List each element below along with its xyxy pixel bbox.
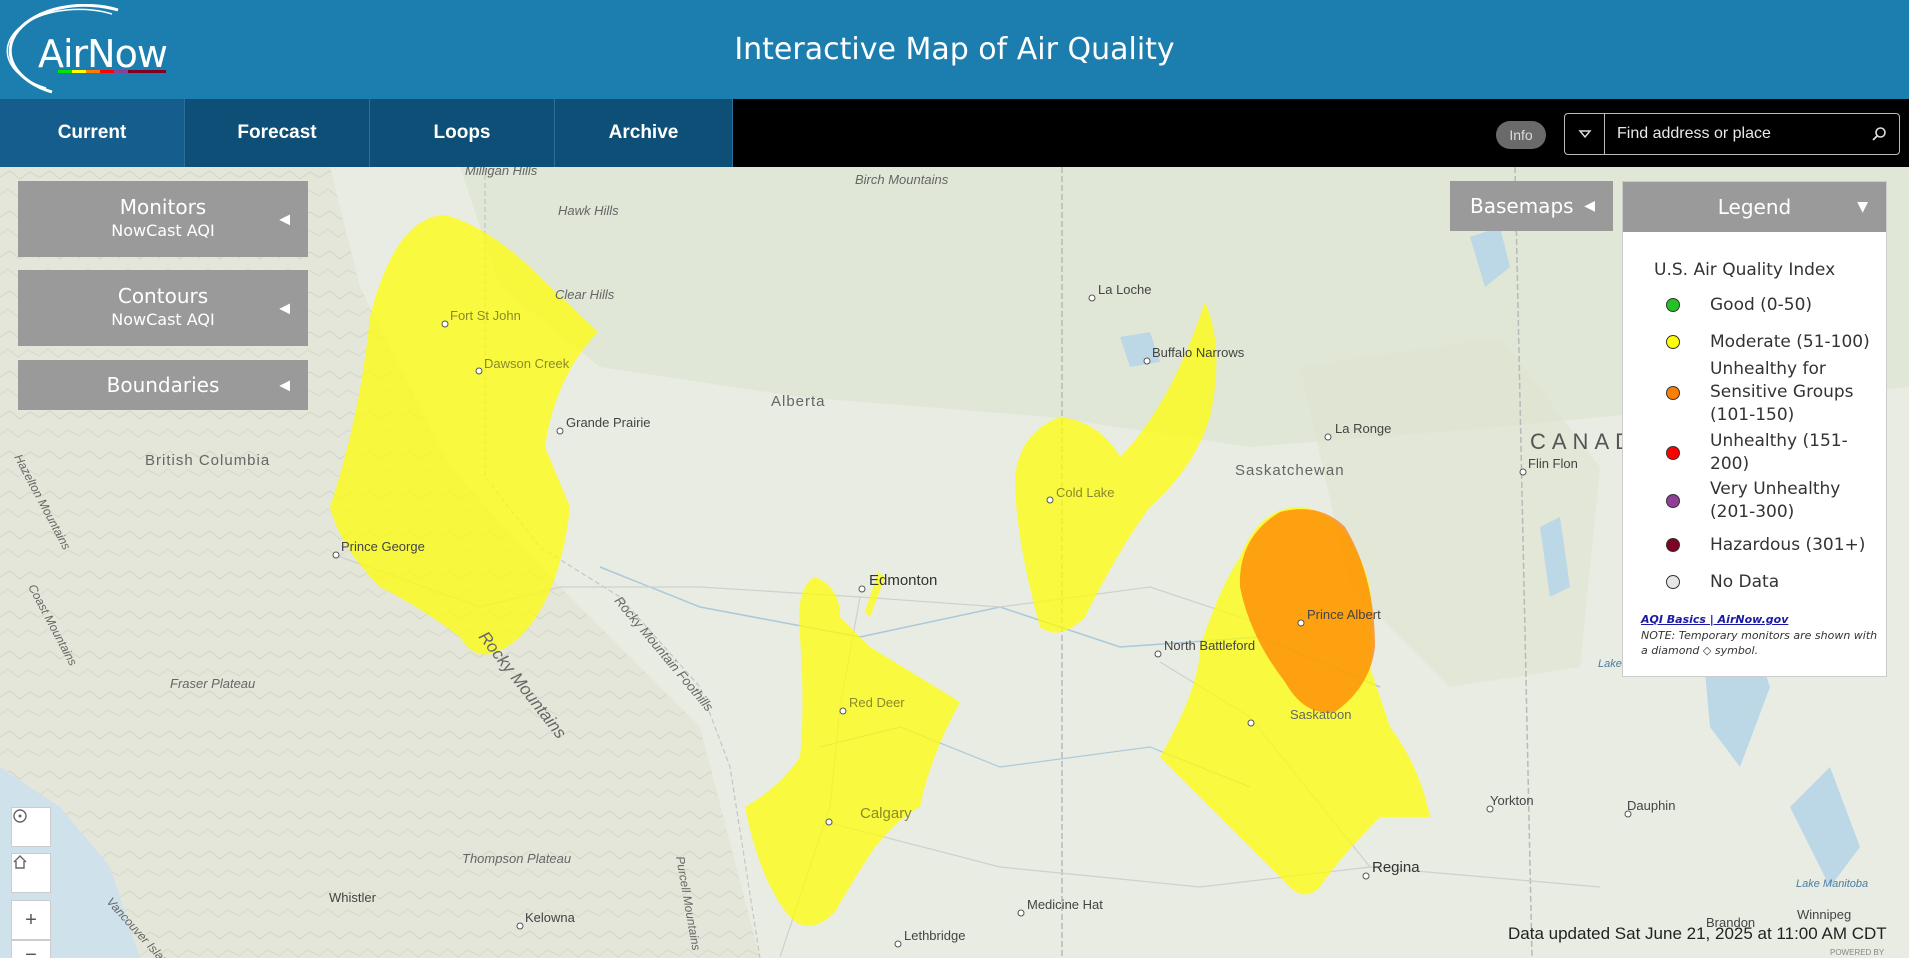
legend-label: No Data (1710, 572, 1780, 592)
aqi-usg-swatch (1666, 386, 1680, 400)
powered-by-text: POWERED BY (1830, 948, 1885, 957)
page-title: Interactive Map of Air Quality (734, 32, 1175, 67)
data-updated-text: Data updated Sat June 21, 2025 at 11:00 … (1508, 924, 1887, 943)
contours-panel[interactable]: Contours NowCast AQI ◀ (18, 270, 308, 346)
tab-current[interactable]: Current (0, 99, 185, 167)
info-button[interactable]: Info (1496, 121, 1546, 149)
tab-loops[interactable]: Loops (370, 99, 555, 167)
search-input[interactable] (1617, 114, 1857, 154)
zoom-out-button[interactable]: − (11, 940, 51, 958)
nav-bar: Current Forecast Loops Archive Info (0, 99, 1909, 167)
monitors-panel[interactable]: Monitors NowCast AQI ◀ (18, 181, 308, 257)
chevron-down-icon (1577, 130, 1592, 139)
aqi-unhealthy-swatch (1666, 446, 1680, 460)
monitors-subtitle: NowCast AQI (111, 221, 215, 240)
caret-down-icon: ▼ (1857, 199, 1868, 215)
search-box (1564, 113, 1900, 155)
search-icon (1872, 127, 1886, 141)
aqi-good-swatch (1666, 298, 1680, 312)
legend-index-title: U.S. Air Quality Index (1654, 260, 1836, 280)
aqi-basics-link[interactable]: AQI Basics | AirNow.gov (1641, 613, 1788, 626)
locate-button[interactable] (11, 807, 51, 847)
tab-archive[interactable]: Archive (555, 99, 733, 167)
no-data-swatch (1666, 575, 1680, 589)
aqi-very-unhealthy-swatch (1666, 494, 1680, 508)
caret-left-icon: ◀ (1584, 198, 1595, 214)
zoom-in-button[interactable]: + (11, 900, 51, 940)
search-source-dropdown[interactable] (1565, 114, 1605, 154)
aqi-moderate-swatch (1666, 335, 1680, 349)
legend-label: Very Unhealthy (201-300) (1710, 479, 1841, 522)
legend-label: Moderate (51-100) (1710, 332, 1870, 352)
basemaps-title: Basemaps (1470, 194, 1574, 218)
caret-left-icon: ◀ (279, 376, 290, 393)
plus-icon: + (25, 908, 37, 931)
monitors-title: Monitors (119, 195, 207, 219)
contours-subtitle: NowCast AQI (111, 310, 215, 329)
legend-note: NOTE: Temporary monitors are shown with … (1641, 629, 1878, 657)
minus-icon: − (25, 943, 37, 958)
legend-title-text: Legend (1717, 195, 1792, 219)
caret-left-icon: ◀ (279, 299, 290, 316)
legend-label: Unhealthy for Sensitive Groups (101-150) (1710, 359, 1854, 425)
home-icon (13, 855, 27, 869)
legend-label: Good (0-50) (1710, 295, 1813, 315)
boundaries-title: Boundaries (106, 373, 220, 397)
locate-icon (13, 809, 27, 823)
contours-title: Contours (117, 284, 209, 308)
boundaries-panel[interactable]: Boundaries ◀ (18, 360, 308, 410)
legend-header[interactable]: Legend ▼ (1623, 182, 1886, 232)
app-header: AirNow Interactive Map of Air Quality (0, 0, 1909, 99)
tab-forecast[interactable]: Forecast (185, 99, 370, 167)
home-button[interactable] (11, 853, 51, 893)
aqi-hazardous-swatch (1666, 538, 1680, 552)
basemaps-panel[interactable]: Basemaps ◀ (1450, 181, 1613, 231)
legend-label: Unhealthy (151-200) (1710, 431, 1848, 474)
search-button[interactable] (1863, 114, 1895, 154)
legend-panel: Legend ▼ U.S. Air Quality Index Good (0-… (1622, 181, 1887, 677)
legend-label: Hazardous (301+) (1710, 535, 1866, 555)
caret-left-icon: ◀ (279, 210, 290, 227)
